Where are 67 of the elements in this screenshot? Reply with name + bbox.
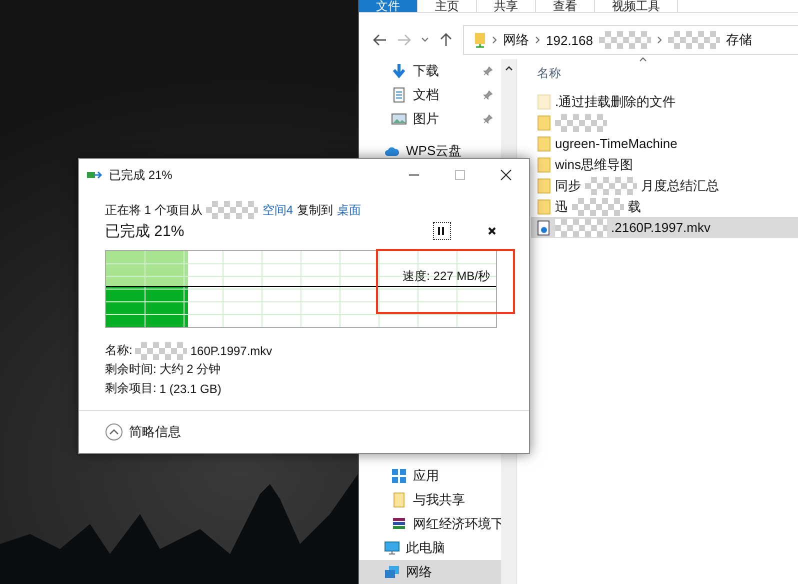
breadcrumb-item[interactable]: 192.168 [546,32,593,48]
detail-value: 160P.1997.mkv [190,344,272,358]
cancel-icon[interactable] [487,226,497,236]
ribbon-tab[interactable]: 文件 [359,0,418,12]
chevron-icon [657,36,662,44]
folder-icon [537,156,551,172]
nav-item[interactable]: 此电脑 [406,539,501,557]
location-link[interactable]: 桌面 [337,202,362,218]
picture-icon [391,111,407,127]
file-name[interactable]: 载 [628,198,641,216]
folder-icon [537,114,551,130]
nav-item[interactable]: 应用 [413,467,501,485]
location-link[interactable]: 空间4 [262,202,294,218]
chevron-icon [535,36,540,44]
pin-icon[interactable] [483,90,493,100]
file-name[interactable]: 迅 [555,198,568,216]
speed-label: 速度: 227 MB/秒 [402,268,490,285]
pin-icon[interactable] [483,114,493,124]
document-icon [391,87,407,103]
detail-value: 1 (23.1 GB) [159,382,222,396]
up-arrow-icon[interactable] [439,33,453,47]
archive-icon [391,516,407,532]
file-name[interactable]: .通过挂载删除的文件 [555,92,676,110]
chevron-icon [492,36,497,44]
computer-icon [384,540,400,556]
detail-label: 名称: [105,342,132,359]
detail-label: 剩余项目: [105,380,156,397]
back-arrow-icon[interactable] [373,33,387,47]
video-file-icon [537,220,551,236]
breadcrumb-item[interactable]: 存储 [726,31,752,49]
window-title: 已完成 21% [109,166,172,184]
file-name[interactable]: wins思维导图 [555,156,634,174]
detail-value: 大约 2 分钟 [159,361,221,378]
apps-icon [391,468,407,484]
collapse-chevron-icon[interactable] [105,423,123,441]
folder-icon [537,198,551,214]
file-name[interactable]: 同步 [555,176,581,194]
pin-icon[interactable] [483,66,493,76]
copy-progress-icon [87,170,103,180]
folder-icon [537,94,551,110]
folder-icon [391,492,407,508]
file-name[interactable]: ugreen-TimeMachine [555,136,678,151]
pause-button[interactable] [433,222,451,240]
fewer-details-link[interactable]: 简略信息 [129,423,181,441]
nav-item[interactable]: WPS云盘 [406,142,501,160]
folder-icon [537,136,551,152]
status-text: 复制到 [297,202,334,218]
folder-icon [537,178,551,194]
network-icon [384,564,400,580]
address-bar[interactable]: 网络 192.168 存储 [463,25,798,55]
nav-item[interactable]: 与我共享 [413,491,501,509]
close-icon[interactable] [500,169,512,181]
detail-label: 剩余时间: [105,361,156,378]
progress-heading: 已完成 21% [105,222,186,240]
status-text: 正在将 1 个项目从 [105,202,202,218]
download-icon [391,63,407,79]
dropdown-caret-icon[interactable] [421,37,429,43]
nav-item[interactable]: 文档 [413,86,477,104]
sort-caret-icon [639,57,647,62]
nav-item[interactable]: 图片 [413,110,477,128]
column-header[interactable]: 名称 [531,59,798,91]
pause-icon [437,226,445,236]
network-folder-icon [474,32,486,48]
nav-item[interactable]: 下载 [413,62,477,80]
file-name[interactable]: 月度总结汇总 [641,176,719,194]
breadcrumb-item[interactable]: 网络 [503,31,529,49]
scroll-up-icon[interactable] [504,65,512,71]
